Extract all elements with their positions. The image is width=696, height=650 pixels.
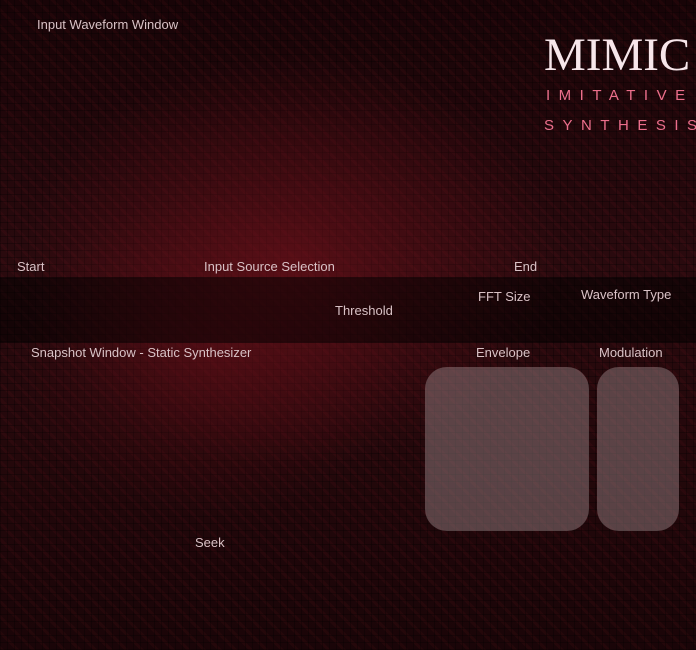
seek-label: Seek	[195, 535, 225, 550]
brand-title: MIMIC	[544, 29, 691, 81]
start-label: Start	[17, 259, 45, 274]
snapshot-window-label: Snapshot Window - Static Synthesizer	[31, 345, 252, 360]
envelope-label: Envelope	[476, 345, 531, 360]
end-label: End	[514, 259, 538, 274]
fft-size-label: FFT Size	[478, 289, 531, 304]
modulation-label: Modulation	[599, 345, 663, 360]
brand-subtitle-imitative: IMITATIVE	[546, 87, 694, 104]
envelope-panel[interactable]	[425, 367, 589, 531]
brand-subtitle-synthesis: SYNTHESIS	[544, 117, 696, 134]
input-source-selection-label: Input Source Selection	[204, 259, 335, 274]
seek-control[interactable]	[150, 560, 410, 584]
input-waveform-window[interactable]	[0, 0, 530, 250]
input-waveform-window-label: Input Waveform Window	[37, 17, 179, 32]
fft-size-selector[interactable]	[470, 307, 570, 343]
start-control[interactable]	[0, 277, 190, 343]
waveform-type-label: Waveform Type	[581, 287, 672, 302]
waveform-type-selector[interactable]	[578, 307, 688, 343]
modulation-panel[interactable]	[597, 367, 679, 531]
threshold-label: Threshold	[335, 303, 393, 318]
snapshot-window[interactable]	[0, 365, 410, 530]
